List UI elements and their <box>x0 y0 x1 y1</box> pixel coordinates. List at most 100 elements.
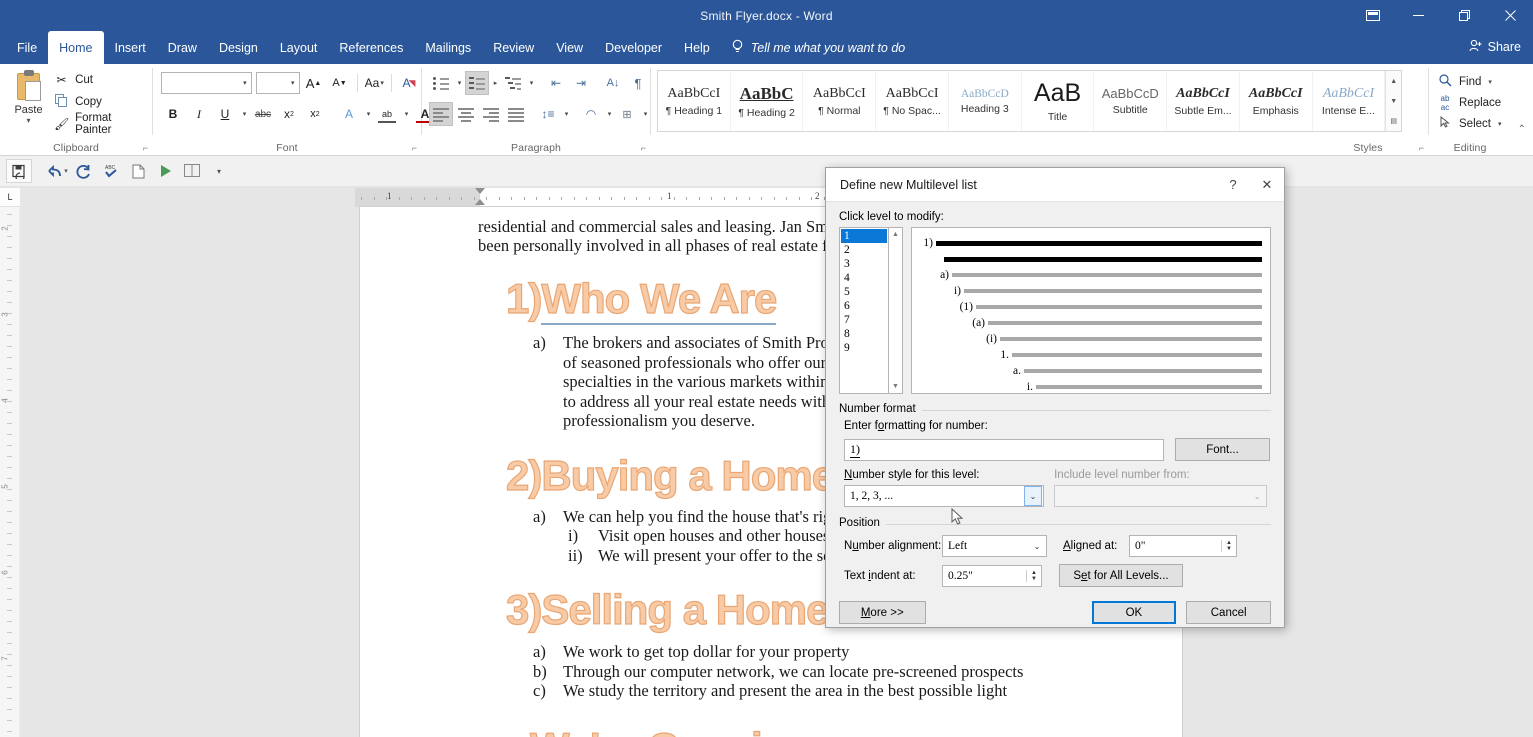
superscript-button[interactable]: x2 <box>303 102 327 126</box>
font-name-combo[interactable]: ▾ <box>161 72 252 94</box>
tab-view[interactable]: View <box>545 31 594 64</box>
format-painter-button[interactable]: 🖌 Format Painter <box>51 112 152 136</box>
style-title[interactable]: AaB Title <box>1022 71 1095 131</box>
style-heading-1[interactable]: AaBbCcI ¶ Heading 1 <box>658 71 731 131</box>
grow-font-button[interactable]: A ▲ <box>302 71 326 95</box>
styles-more-icon[interactable]: ▤ <box>1386 111 1401 131</box>
show-formatting-marks-button[interactable]: ¶ <box>626 71 650 95</box>
ok-button[interactable]: OK <box>1091 601 1177 624</box>
tab-stop-selector[interactable]: L <box>0 188 20 207</box>
clear-formatting-button[interactable]: A ◥ <box>397 71 421 95</box>
sort-button[interactable]: A↓ <box>601 71 625 95</box>
align-right-button[interactable] <box>479 102 503 126</box>
customize-toolbar-icon[interactable]: ▾ <box>206 159 232 183</box>
text-indent-stepper[interactable]: 0.25" ▲ ▼ <box>942 564 1042 587</box>
vertical-ruler[interactable]: L 234567 <box>0 188 20 737</box>
underline-button[interactable]: U <box>213 102 237 126</box>
share-button[interactable]: Share <box>1469 39 1521 55</box>
style-emphasis[interactable]: AaBbCcI Emphasis <box>1240 71 1313 131</box>
ribbon-display-options-icon[interactable] <box>1351 0 1395 31</box>
font-dialog-launcher-icon[interactable]: ⌐ <box>412 143 417 153</box>
chevron-down-icon[interactable]: ▾ <box>27 117 31 125</box>
text-highlight-button[interactable]: ab <box>375 102 399 126</box>
tab-home[interactable]: Home <box>48 31 104 64</box>
cancel-button[interactable]: Cancel <box>1186 601 1271 624</box>
level-item-7[interactable]: 7 <box>841 313 887 327</box>
chevron-down-icon[interactable]: ▾ <box>1498 120 1502 128</box>
level-item-1[interactable]: 1 <box>841 229 887 243</box>
level-list-scrollbar[interactable]: ▲ ▼ <box>889 227 903 394</box>
style-heading-2[interactable]: AaBbC ¶ Heading 2 <box>731 71 804 131</box>
read-mode-icon[interactable] <box>179 159 205 183</box>
highlight-dropdown[interactable]: ▾ <box>401 102 411 126</box>
tab-references[interactable]: References <box>328 31 414 64</box>
increase-indent-button[interactable]: ⇥ <box>569 71 593 95</box>
collapse-ribbon-icon[interactable]: ⌃ <box>1518 124 1526 135</box>
stepper-down-icon[interactable]: ▼ <box>1027 576 1041 582</box>
minimize-icon[interactable] <box>1395 0 1441 31</box>
chevron-up-icon[interactable]: ▲ <box>1386 71 1401 91</box>
undo-icon[interactable]: ▾ <box>44 159 70 183</box>
level-item-5[interactable]: 5 <box>841 285 887 299</box>
number-style-select[interactable]: 1, 2, 3, ... ⌄ <box>844 485 1044 507</box>
level-item-4[interactable]: 4 <box>841 271 887 285</box>
tab-mailings[interactable]: Mailings <box>414 31 482 64</box>
bullets-button[interactable] <box>429 71 453 95</box>
tab-insert[interactable]: Insert <box>104 31 157 64</box>
replace-button[interactable]: ab ac Replace <box>1437 92 1533 113</box>
styles-scrollbar[interactable]: ▲ ▼ ▤ <box>1385 71 1401 131</box>
tab-design[interactable]: Design <box>208 31 269 64</box>
level-list[interactable]: 1 2 3 4 5 6 7 8 9 <box>839 227 889 394</box>
tab-file[interactable]: File <box>6 31 48 64</box>
style-intense-emphasis[interactable]: AaBbCcI Intense E... <box>1313 71 1386 131</box>
new-document-icon[interactable] <box>125 159 151 183</box>
level-item-9[interactable]: 9 <box>841 341 887 355</box>
tab-developer[interactable]: Developer <box>594 31 673 64</box>
bullets-dropdown[interactable]: ▾ <box>454 71 464 95</box>
text-effects-button[interactable]: A <box>337 102 361 126</box>
first-line-indent-marker[interactable] <box>475 188 485 194</box>
restore-icon[interactable] <box>1441 0 1487 31</box>
level-item-6[interactable]: 6 <box>841 299 887 313</box>
shading-dropdown[interactable]: ▾ <box>604 102 614 126</box>
level-item-8[interactable]: 8 <box>841 327 887 341</box>
styles-gallery[interactable]: AaBbCcI ¶ Heading 1 AaBbC ¶ Heading 2 Aa… <box>657 70 1402 132</box>
text-effects-dropdown[interactable]: ▾ <box>363 102 373 126</box>
cut-button[interactable]: ✂ Cut <box>51 70 152 90</box>
numbering-button[interactable] <box>465 71 489 95</box>
change-case-button[interactable]: Aa ▾ <box>362 71 386 95</box>
tab-review[interactable]: Review <box>482 31 545 64</box>
justify-button[interactable] <box>504 102 528 126</box>
close-icon[interactable] <box>1487 0 1533 31</box>
line-spacing-button[interactable]: ↕≡ <box>536 102 560 126</box>
align-left-button[interactable] <box>429 102 453 126</box>
italic-button[interactable]: I <box>187 102 211 126</box>
find-button[interactable]: Find ▾ <box>1437 71 1533 92</box>
help-icon[interactable]: ? <box>1216 168 1250 201</box>
number-alignment-select[interactable]: Left ⌄ <box>942 535 1047 557</box>
enter-formatting-input[interactable]: 1) <box>844 438 1164 461</box>
styles-dialog-launcher-icon[interactable]: ⌐ <box>1419 143 1424 153</box>
define-new-multilevel-list-dialog[interactable]: Define new Multilevel list ? ✕ Click lev… <box>825 167 1285 628</box>
aligned-at-stepper[interactable]: 0" ▲ ▼ <box>1129 535 1237 557</box>
decrease-indent-button[interactable]: ⇤ <box>544 71 568 95</box>
paste-button[interactable]: Paste ▾ <box>6 68 51 134</box>
scroll-up-icon[interactable]: ▲ <box>889 228 902 241</box>
shading-button[interactable]: ◠ <box>579 102 603 126</box>
chevron-down-icon[interactable]: ▾ <box>291 79 295 87</box>
font-size-combo[interactable]: ▾ <box>255 72 300 94</box>
set-for-all-levels-button[interactable]: Set for All Levels... <box>1059 564 1183 587</box>
underline-dropdown[interactable]: ▾ <box>239 102 249 126</box>
font-button[interactable]: Font... <box>1175 438 1270 461</box>
scroll-down-icon[interactable]: ▼ <box>889 380 902 393</box>
copy-button[interactable]: Copy <box>51 92 152 112</box>
tab-layout[interactable]: Layout <box>269 31 329 64</box>
align-center-button[interactable] <box>454 102 478 126</box>
hanging-indent-marker[interactable] <box>475 199 485 205</box>
play-macro-icon[interactable] <box>152 159 178 183</box>
clipboard-dialog-launcher-icon[interactable]: ⌐ <box>143 143 148 153</box>
save-icon[interactable] <box>6 159 32 183</box>
chevron-down-icon[interactable]: ▾ <box>243 79 247 87</box>
numbering-dropdown[interactable]: ▸ <box>490 71 500 95</box>
level-item-3[interactable]: 3 <box>841 257 887 271</box>
